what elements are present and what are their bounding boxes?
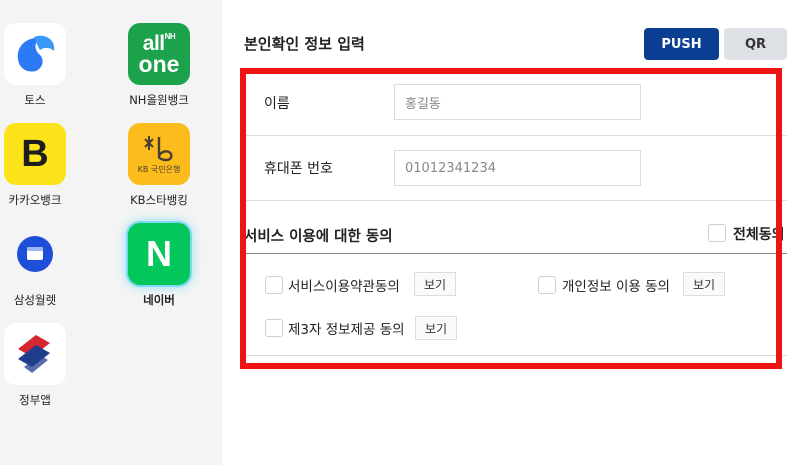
- kb-starbanking-icon: KB 국민은행: [128, 123, 190, 185]
- app-nh-allone[interactable]: allNH one NH올원뱅크: [114, 23, 204, 108]
- terms-label[interactable]: 서비스이용약관동의: [288, 275, 400, 295]
- app-toss[interactable]: 토스: [0, 23, 80, 108]
- name-label: 이름: [264, 96, 290, 112]
- app-gov[interactable]: 정부앱: [0, 323, 80, 408]
- third-party-checkbox[interactable]: [265, 319, 283, 337]
- consent-all-checkbox[interactable]: [708, 224, 726, 242]
- naver-logo-text: N: [146, 233, 172, 274]
- kakaobank-icon: B: [4, 123, 66, 185]
- third-party-label[interactable]: 제3자 정보제공 동의: [288, 318, 405, 338]
- name-input[interactable]: 홍길동: [394, 84, 641, 120]
- divider: [246, 253, 787, 254]
- privacy-checkbox[interactable]: [538, 276, 556, 294]
- phone-input[interactable]: 01012341234: [394, 150, 641, 186]
- app-label: 토스: [24, 93, 46, 107]
- app-sidebar: 토스 allNH one NH올원뱅크 B 카카오뱅크 KB 국민은행 KB스타…: [0, 0, 222, 465]
- phone-placeholder: 01012341234: [405, 160, 496, 176]
- consent-section-title: 서비스 이용에 대한 동의: [244, 229, 393, 245]
- terms-checkbox[interactable]: [265, 276, 283, 294]
- kakaobank-logo-text: B: [21, 132, 49, 175]
- app-label: 삼성월렛: [13, 293, 57, 307]
- app-samsung-wallet[interactable]: 삼성월렛: [0, 223, 80, 308]
- privacy-view-button[interactable]: 보기: [683, 272, 726, 296]
- privacy-label[interactable]: 개인정보 이용 동의: [562, 275, 670, 295]
- terms-view-button[interactable]: 보기: [414, 272, 457, 296]
- kb-logo-text: KB 국민은행: [137, 165, 181, 174]
- divider: [246, 355, 787, 356]
- toss-icon: [4, 23, 66, 85]
- app-label: KB스타뱅킹: [130, 193, 188, 207]
- nh-allone-icon: allNH one: [128, 23, 190, 85]
- app-label: 정부앱: [19, 393, 51, 407]
- third-party-view-button[interactable]: 보기: [415, 316, 458, 340]
- samsung-wallet-icon: [4, 223, 66, 285]
- nh-logo-nh: NH: [164, 31, 176, 41]
- name-placeholder: 홍길동: [405, 96, 441, 112]
- page-title: 본인확인 정보 입력: [244, 35, 365, 53]
- app-label: NH올원뱅크: [129, 93, 189, 107]
- app-kb-starbanking[interactable]: KB 국민은행 KB스타뱅킹: [114, 123, 204, 208]
- push-button[interactable]: PUSH: [644, 28, 719, 60]
- app-kakaobank[interactable]: B 카카오뱅크: [0, 123, 80, 208]
- divider: [246, 135, 787, 136]
- app-label: 네이버: [143, 293, 175, 307]
- consent-all-label[interactable]: 전체동의: [733, 224, 785, 244]
- naver-icon: N: [128, 223, 190, 285]
- phone-label: 휴대폰 번호: [264, 161, 333, 177]
- app-label: 카카오뱅크: [8, 193, 62, 207]
- gov-app-icon: [4, 323, 66, 385]
- divider: [246, 200, 787, 201]
- nh-logo-one: one: [138, 50, 180, 77]
- app-naver[interactable]: N 네이버: [114, 223, 204, 308]
- qr-button[interactable]: QR: [724, 28, 787, 60]
